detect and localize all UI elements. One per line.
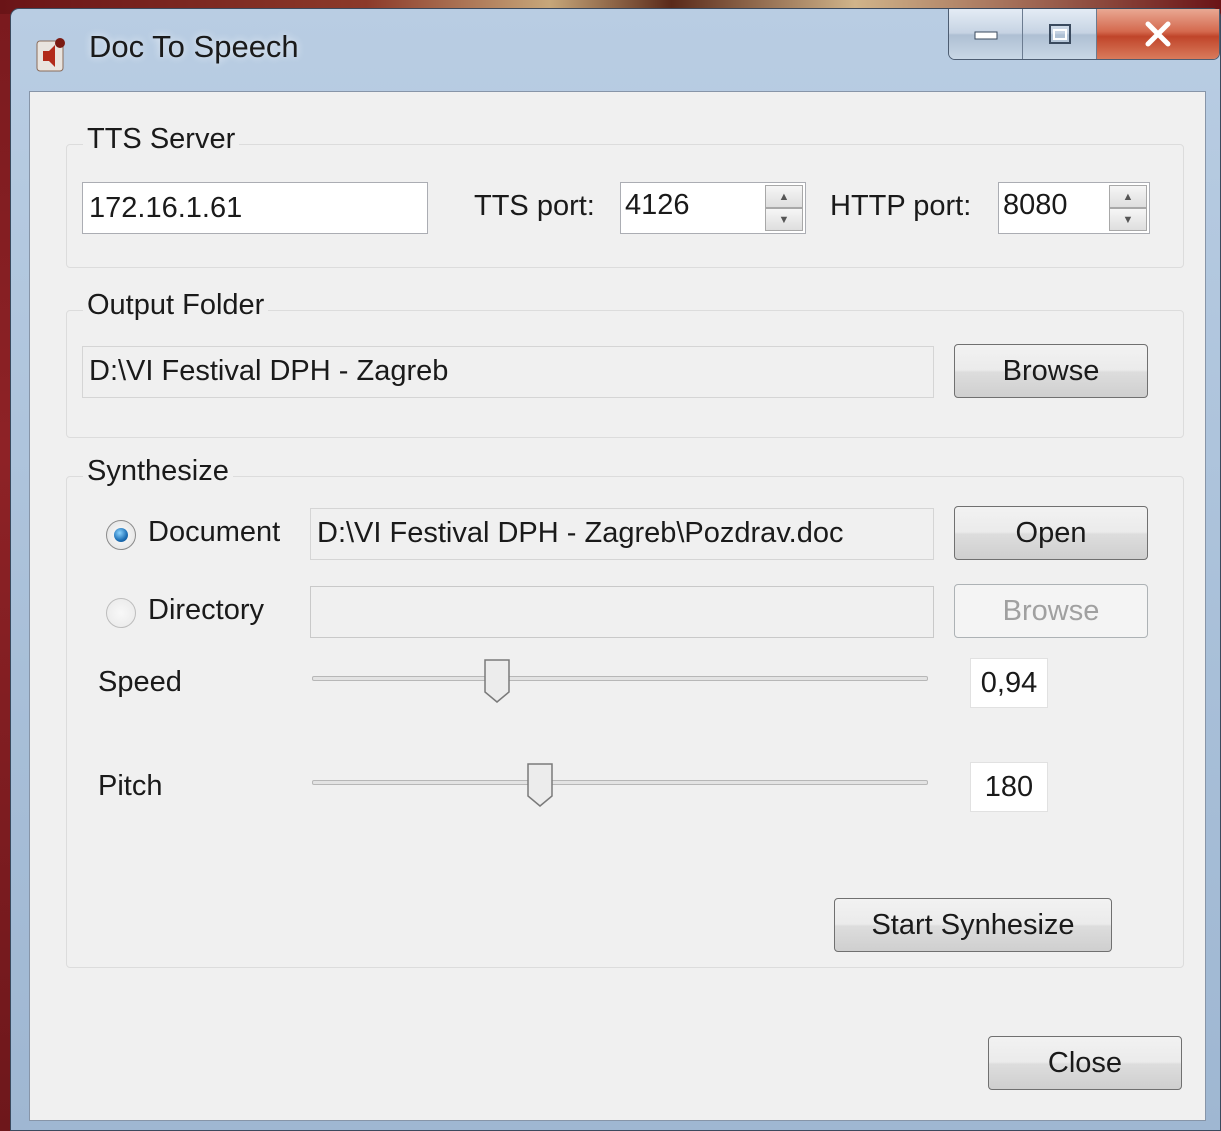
chevron-up-icon[interactable]: ▲	[765, 185, 803, 208]
speed-slider[interactable]	[312, 658, 928, 708]
http-port-value: 8080	[1003, 189, 1068, 221]
speed-slider-thumb[interactable]	[483, 658, 511, 704]
speed-slider-track[interactable]	[312, 676, 928, 681]
speed-label: Speed	[98, 666, 182, 698]
title-bar[interactable]: Doc To Speech	[11, 9, 1220, 87]
tts-port-spinner[interactable]: 4126 ▲ ▼	[620, 182, 806, 234]
doc-to-speech-window: Doc To Speech TTS Server TTS port: 4126 …	[10, 8, 1221, 1131]
synthesize-group-label: Synthesize	[83, 455, 233, 488]
speaker-icon	[36, 38, 65, 72]
http-port-label: HTTP port:	[830, 190, 972, 222]
output-folder-path[interactable]: D:\VI Festival DPH - Zagreb	[82, 346, 934, 398]
window-title: Doc To Speech	[89, 29, 299, 64]
close-button[interactable]: Close	[988, 1036, 1182, 1090]
tts-server-group-label: TTS Server	[83, 123, 240, 156]
output-folder-group-label: Output Folder	[83, 289, 269, 322]
directory-radio[interactable]	[106, 598, 136, 628]
window-controls	[948, 9, 1220, 60]
document-radio[interactable]	[106, 520, 136, 550]
maximize-icon	[1048, 24, 1071, 44]
tts-port-label: TTS port:	[474, 190, 595, 222]
pitch-label: Pitch	[98, 770, 163, 802]
open-button[interactable]: Open	[954, 506, 1148, 560]
chevron-down-icon[interactable]: ▼	[765, 208, 803, 231]
browse-directory-button: Browse	[954, 584, 1148, 638]
maximize-button[interactable]	[1023, 9, 1097, 59]
tts-port-value: 4126	[625, 189, 690, 221]
chevron-down-icon[interactable]: ▼	[1109, 208, 1147, 231]
chevron-up-icon[interactable]: ▲	[1109, 185, 1147, 208]
minimize-icon	[974, 31, 997, 40]
document-label[interactable]: Document	[148, 516, 280, 549]
directory-label[interactable]: Directory	[148, 594, 264, 627]
start-synthesize-button[interactable]: Start Synhesize	[834, 898, 1112, 952]
speed-value: 0,94	[970, 658, 1048, 708]
pitch-slider-thumb[interactable]	[526, 762, 554, 808]
browse-output-button[interactable]: Browse	[954, 344, 1148, 398]
pitch-slider[interactable]	[312, 762, 928, 812]
pitch-slider-track[interactable]	[312, 780, 928, 785]
server-address-input[interactable]	[82, 182, 428, 234]
minimize-button[interactable]	[949, 9, 1023, 59]
document-path[interactable]: D:\VI Festival DPH - Zagreb\Pozdrav.doc	[310, 508, 934, 560]
close-window-button[interactable]	[1097, 9, 1219, 59]
directory-path	[310, 586, 934, 638]
close-icon	[1145, 21, 1171, 47]
pitch-value: 180	[970, 762, 1048, 812]
http-port-spinner[interactable]: 8080 ▲ ▼	[998, 182, 1150, 234]
dialog-body: TTS Server TTS port: 4126 ▲ ▼ HTTP port:…	[29, 91, 1206, 1121]
